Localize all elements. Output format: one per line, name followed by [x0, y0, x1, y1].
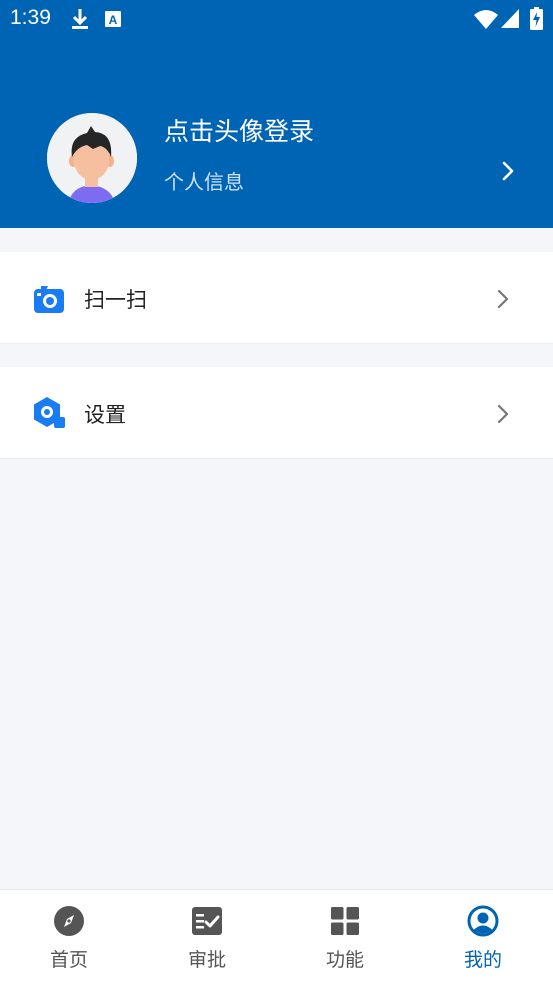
chevron-right-icon: [496, 404, 510, 428]
profile-card[interactable]: 点击头像登录 个人信息: [0, 108, 553, 208]
tab-home[interactable]: 首页: [0, 890, 138, 984]
tab-mine[interactable]: 我的: [414, 890, 552, 984]
tab-functions[interactable]: 功能: [276, 890, 414, 984]
chevron-right-icon[interactable]: [500, 160, 516, 186]
tab-label-home: 首页: [49, 949, 88, 971]
menu-item-scan[interactable]: 扫一扫: [0, 252, 553, 344]
menu-label-scan: 扫一扫: [84, 288, 147, 312]
svg-text:A: A: [109, 13, 118, 27]
status-bar: 1:39 A: [0, 0, 553, 38]
compass-icon: [53, 905, 85, 937]
keyboard-a-icon: A: [104, 10, 122, 32]
profile-subtitle: 个人信息: [164, 170, 244, 194]
bottom-tab-bar: 首页 审批 功能 我的: [0, 889, 553, 984]
download-icon: [70, 8, 90, 34]
tab-approval[interactable]: 审批: [138, 890, 276, 984]
approval-check-icon: [191, 905, 223, 937]
tab-label-functions: 功能: [325, 949, 364, 971]
wifi-icon: [474, 9, 498, 33]
user-avatar-icon[interactable]: [47, 113, 137, 203]
user-circle-icon: [467, 905, 499, 937]
settings-hex-icon: [32, 396, 66, 430]
chevron-right-icon: [496, 289, 510, 313]
tab-label-mine: 我的: [463, 949, 502, 971]
login-title: 点击头像登录: [164, 117, 315, 146]
tab-label-approval: 审批: [187, 949, 226, 971]
status-time: 1:39: [10, 6, 51, 29]
profile-header: 1:39 A 点击头像登录 个人信息: [0, 0, 553, 228]
battery-charging-icon: [530, 7, 543, 34]
camera-scan-icon: [32, 281, 66, 315]
signal-icon: [501, 9, 519, 32]
menu-label-settings: 设置: [84, 403, 126, 427]
menu-item-settings[interactable]: 设置: [0, 367, 553, 459]
grid-icon: [329, 905, 361, 937]
